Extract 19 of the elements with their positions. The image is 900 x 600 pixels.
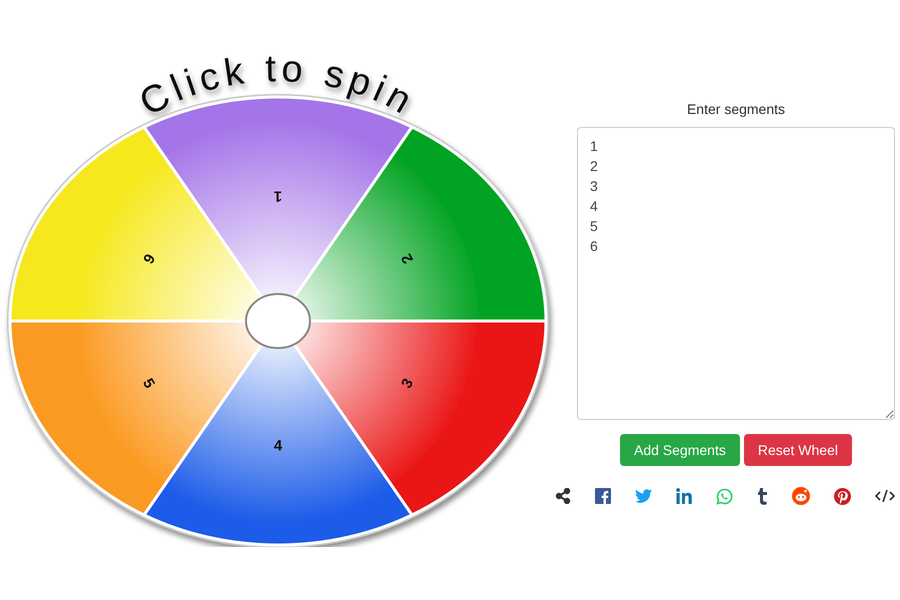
- segment-label: 5: [139, 376, 158, 392]
- code-icon[interactable]: [875, 489, 895, 503]
- field-label: Enter segments: [686, 101, 786, 117]
- segment-label: 1: [274, 188, 282, 205]
- pinterest-icon[interactable]: [834, 488, 851, 504]
- segments-field[interactable]: 1 2 3 4 5 6: [577, 127, 895, 420]
- segment-label: 6: [139, 250, 158, 266]
- wheel-hub: [245, 293, 311, 349]
- wheel-title[interactable]: Click to spin: [132, 48, 423, 125]
- reset-button[interactable]: Reset Wheel: [744, 434, 852, 466]
- facebook-icon[interactable]: [595, 488, 611, 504]
- bird-icon[interactable]: [635, 489, 652, 503]
- segment-label: 4: [274, 437, 282, 454]
- tumblr-icon[interactable]: [757, 488, 768, 504]
- linkedin-icon[interactable]: [676, 488, 692, 504]
- segment-label: 2: [398, 250, 417, 266]
- share-icon[interactable]: [555, 488, 571, 504]
- reddit-icon[interactable]: [792, 487, 810, 505]
- segment-label: 3: [398, 376, 417, 392]
